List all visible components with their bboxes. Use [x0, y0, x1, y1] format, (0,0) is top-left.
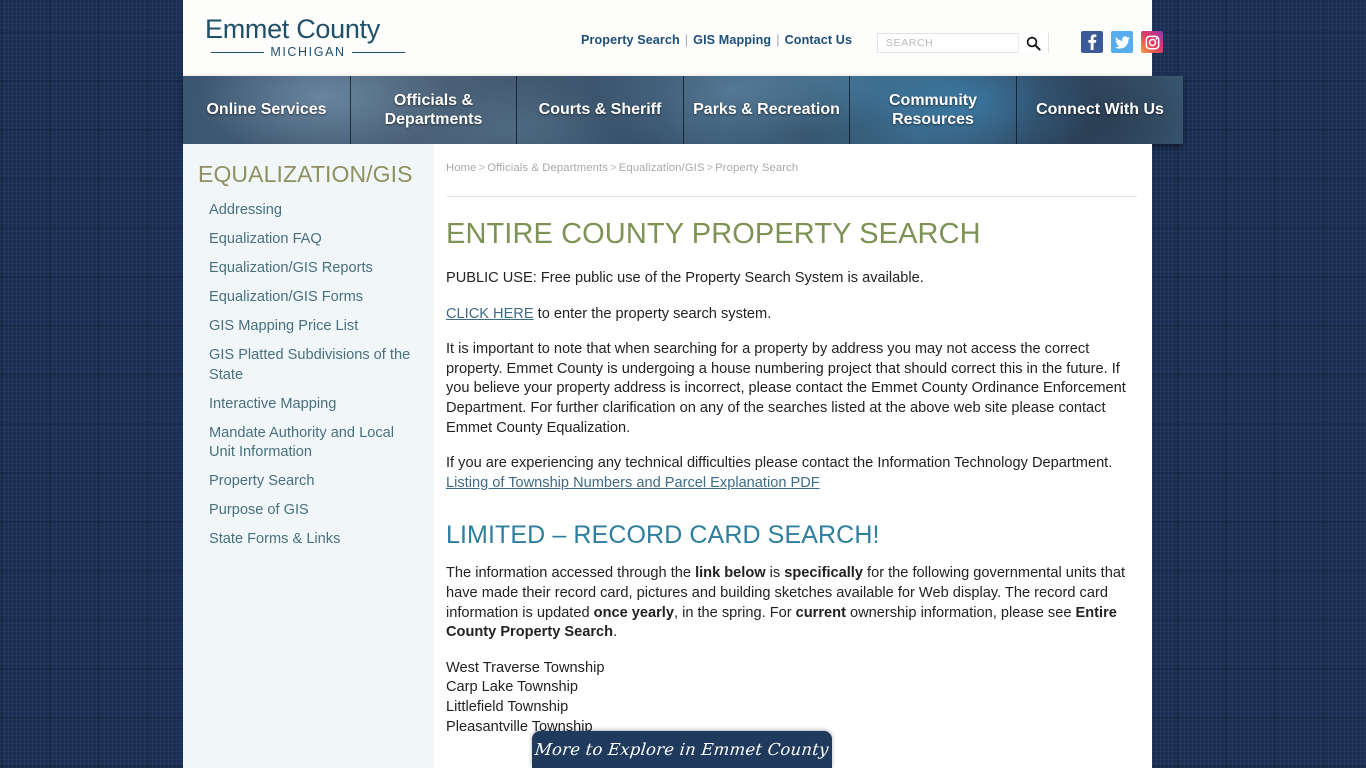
top-link-separator-1: | — [684, 33, 689, 47]
nav-item-courts-sheriff[interactable]: Courts & Sheriff — [517, 76, 684, 144]
rc-part-4: , in the spring. For — [673, 604, 796, 621]
public-use-text: PUBLIC USE: Free public use of the Prope… — [446, 270, 924, 286]
twitter-icon[interactable] — [1111, 31, 1133, 53]
section-title-record-card: LIMITED – RECORD CARD SEARCH! — [446, 521, 880, 550]
list-item: Interactive Mapping — [183, 395, 434, 415]
nav-item-parks-recreation[interactable]: Parks & Recreation — [684, 76, 850, 144]
sidebar-item-equalization-gis-reports[interactable]: Equalization/GIS Reports — [183, 259, 434, 279]
instagram-icon[interactable] — [1141, 31, 1163, 53]
explore-banner-tab[interactable]: More to Explore in Emmet County — [532, 731, 832, 768]
instagram-glyph — [1145, 35, 1159, 49]
nav-item-connect-with-us[interactable]: Connect With Us — [1017, 76, 1183, 144]
click-here-link[interactable]: CLICK HERE — [446, 306, 534, 322]
rc-part-1: The information accessed through the — [446, 565, 696, 582]
logo-sub-text: MICHIGAN — [270, 45, 346, 59]
breadcrumb: Home > Officials & Departments > Equalizatio… — [446, 162, 1137, 174]
breadcrumb-current: Property Search — [715, 162, 799, 174]
site-logo[interactable]: Emmet County MICHIGAN — [205, 14, 405, 62]
nav-item-online-services[interactable]: Online Services — [183, 76, 351, 144]
nav-item-officials-departments[interactable]: Officials & Departments — [351, 76, 517, 144]
list-item: Equalization FAQ — [183, 230, 434, 250]
search-box — [877, 33, 1049, 53]
sidebar-heading: EQUALIZATION/GIS — [198, 161, 413, 187]
list-item: State Forms & Links — [183, 530, 434, 550]
top-utility-links: Property Search | GIS Mapping | Contact Us — [581, 33, 852, 47]
list-item: Property Search — [183, 472, 434, 492]
list-item: Equalization/GIS Forms — [183, 288, 434, 308]
sidebar-item-addressing[interactable]: Addressing — [183, 201, 434, 221]
logo-rule-right — [351, 51, 405, 53]
sidebar-item-property-search[interactable]: Property Search — [183, 472, 434, 492]
pdf-link-paragraph: Listing of Township Numbers and Parcel E… — [446, 474, 1137, 494]
record-card-paragraph: The information accessed through the lin… — [446, 564, 1137, 642]
sidebar-item-state-forms-links[interactable]: State Forms & Links — [183, 530, 434, 550]
list-item: Equalization/GIS Reports — [183, 259, 434, 279]
township-list: West Traverse Township Carp Lake Townshi… — [446, 659, 1137, 737]
facebook-icon[interactable] — [1081, 31, 1103, 53]
sidebar-item-gis-platted-subdivisions[interactable]: GIS Platted Subdivisions of the State — [183, 346, 434, 385]
logo-rule-left — [211, 51, 265, 53]
list-item: GIS Platted Subdivisions of the State — [183, 346, 434, 385]
sidebar-item-equalization-faq[interactable]: Equalization FAQ — [183, 230, 434, 250]
breadcrumb-arrow-2: > — [610, 162, 617, 174]
list-item: Littlefield Township — [446, 698, 569, 715]
top-link-separator-2: | — [776, 33, 780, 47]
explore-banner-label: More to Explore in Emmet County — [534, 740, 830, 759]
nav-item-community-resources[interactable]: Community Resources — [850, 76, 1017, 144]
sidebar-item-interactive-mapping[interactable]: Interactive Mapping — [183, 395, 434, 415]
rc-bold-current: current — [795, 604, 846, 621]
sidebar-item-purpose-of-gis[interactable]: Purpose of GIS — [183, 501, 434, 521]
rc-bold-once-yearly: once yearly — [593, 604, 674, 621]
sidebar-item-gis-mapping-price-list[interactable]: GIS Mapping Price List — [183, 317, 434, 337]
page-container: Emmet County MICHIGAN Property Search | GI… — [183, 0, 1183, 768]
click-here-paragraph: CLICK HERE to enter the property search … — [446, 305, 1137, 325]
township-pdf-link[interactable]: Listing of Township Numbers and Parcel E… — [446, 475, 820, 491]
list-item: GIS Mapping Price List — [183, 317, 434, 337]
twitter-glyph — [1114, 35, 1130, 49]
divider — [446, 196, 1137, 197]
logo-main-text: Emmet County — [205, 14, 380, 44]
facebook-glyph — [1088, 34, 1097, 50]
sidebar-item-mandate-authority[interactable]: Mandate Authority and Local Unit Informa… — [183, 424, 434, 463]
search-input[interactable] — [878, 34, 1018, 52]
list-item: West Traverse Township — [446, 659, 605, 676]
rc-bold-link-below: link below — [695, 565, 766, 582]
breadcrumb-home[interactable]: Home — [446, 162, 477, 174]
top-link-contact-us[interactable]: Contact Us — [785, 33, 852, 47]
breadcrumb-equalization-gis[interactable]: Equalization/GIS — [619, 162, 705, 174]
social-links — [1081, 31, 1163, 53]
breadcrumb-arrow-1: > — [478, 162, 486, 174]
breadcrumb-officials-departments[interactable]: Officials & Departments — [487, 162, 608, 174]
sidebar: EQUALIZATION/GIS Addressing Equalization… — [183, 144, 434, 768]
rc-bold-specifically: specifically — [784, 565, 863, 582]
top-link-property-search[interactable]: Property Search — [581, 33, 680, 47]
sidebar-item-equalization-gis-forms[interactable]: Equalization/GIS Forms — [183, 288, 434, 308]
list-item: Addressing — [183, 201, 434, 221]
search-icon — [1026, 36, 1041, 51]
tech-support-text: If you are experiencing any technical di… — [446, 455, 1113, 472]
list-item: Mandate Authority and Local Unit Informa… — [183, 424, 434, 463]
rc-part-5: ownership information, please see — [845, 604, 1076, 621]
list-item: Purpose of GIS — [183, 501, 434, 521]
rc-part-2: is — [765, 565, 785, 582]
main-column: Home > Officials & Departments > Equalizatio… — [434, 144, 1152, 768]
page-title: ENTIRE COUNTY PROPERTY SEARCH — [446, 218, 981, 250]
click-here-rest: to enter the property search system. — [533, 305, 772, 322]
top-link-gis-mapping[interactable]: GIS Mapping — [693, 33, 771, 47]
search-button[interactable] — [1018, 33, 1048, 53]
breadcrumb-arrow-3: > — [706, 162, 714, 174]
content-area: EQUALIZATION/GIS Addressing Equalization… — [183, 144, 1152, 768]
logo-sub-wrap: MICHIGAN — [205, 45, 405, 59]
sidebar-menu: Addressing Equalization FAQ Equalization… — [183, 201, 434, 550]
address-note-text: It is important to note that when search… — [446, 341, 1126, 436]
list-item: Carp Lake Township — [446, 679, 578, 696]
main-navigation: Online Services Officials & Departments … — [183, 76, 1183, 144]
rc-part-6: . — [613, 624, 618, 641]
site-header: Emmet County MICHIGAN Property Search | GI… — [183, 0, 1163, 76]
